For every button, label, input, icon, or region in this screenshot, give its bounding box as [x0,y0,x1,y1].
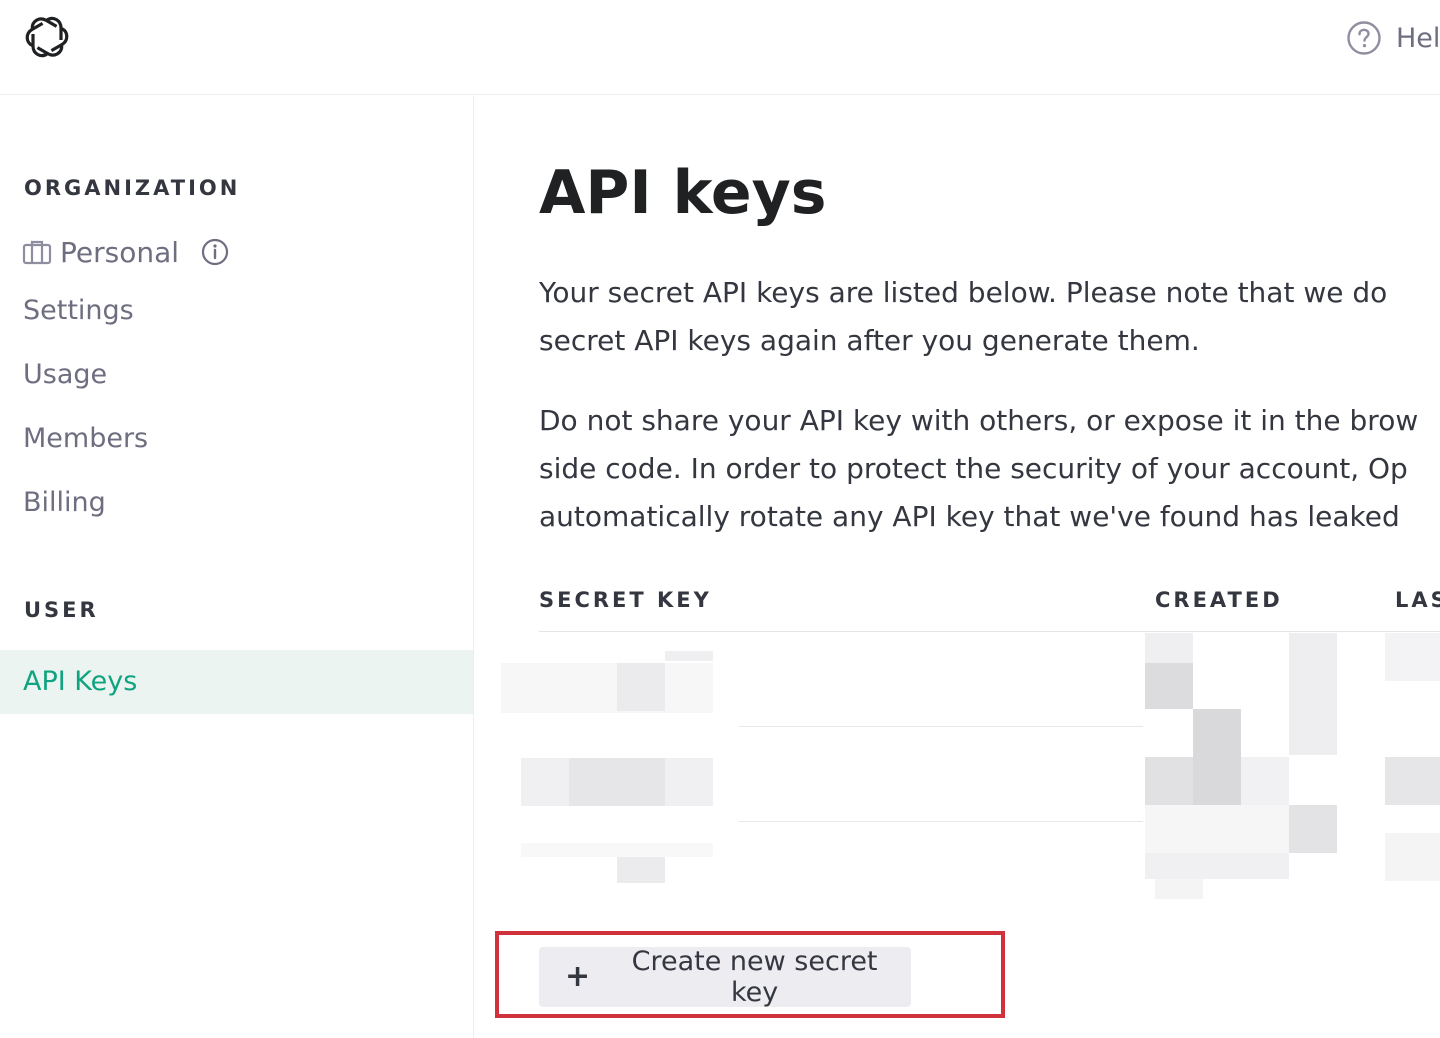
redacted-block [665,651,713,661]
redacted-block [617,663,665,711]
sidebar-item-label: API Keys [23,666,138,697]
sidebar-item-members[interactable]: Members [23,419,148,459]
column-header-created: CREATED [1155,588,1283,612]
top-bar: Help [0,0,1440,95]
intro-line: secret API keys again after you generate… [539,324,1200,357]
redacted-block [1193,709,1241,805]
page-title: API keys [539,158,827,228]
redacted-block [521,843,713,857]
organization-selector[interactable]: Personal [22,232,229,272]
intro-paragraph: Your secret API keys are listed below. P… [539,269,1440,365]
info-circle-icon[interactable] [201,238,229,266]
redacted-block [1145,663,1193,709]
redacted-block [1145,757,1193,805]
create-button-label: Create new secret key [631,946,878,1008]
redacted-block [1155,879,1203,899]
redacted-block [1145,805,1289,853]
security-line: side code. In order to protect the secur… [539,452,1408,485]
sidebar-item-usage[interactable]: Usage [23,355,107,395]
help-link[interactable]: Help [1346,18,1440,58]
sidebar-item-settings[interactable]: Settings [23,291,134,331]
redacted-block [501,663,713,713]
security-paragraph: Do not share your API key with others, o… [539,397,1440,541]
redacted-block [1289,633,1337,755]
help-label: Help [1396,22,1440,54]
plus-icon: + [565,959,591,994]
keys-table-header: SECRET KEY CREATED LAS [539,584,1440,632]
security-line: automatically rotate any API key that we… [539,500,1400,533]
row-divider [739,821,1143,822]
question-circle-icon [1347,21,1381,55]
row-divider [739,726,1143,727]
user-heading: USER [24,598,99,622]
intro-line: Your secret API keys are listed below. P… [539,276,1388,309]
redacted-block [569,758,665,806]
openai-logo-icon[interactable] [22,12,72,62]
redacted-block [1145,853,1289,879]
sidebar-item-api-keys[interactable]: API Keys [0,650,473,714]
redacted-key-rows [501,633,1440,963]
column-header-last-used: LAS [1395,588,1440,612]
redacted-block [1241,757,1289,805]
create-new-secret-key-button[interactable]: + Create new secret key [539,946,911,1008]
sidebar: ORGANIZATION Personal Settings Usage Mem… [0,96,474,1038]
organization-heading: ORGANIZATION [24,176,241,200]
redacted-block [1385,757,1440,805]
redacted-block [617,853,665,883]
security-line: Do not share your API key with others, o… [539,404,1419,437]
redacted-block [1385,633,1440,681]
main-content: API keys Your secret API keys are listed… [475,96,1440,1038]
redacted-block [1385,833,1440,881]
briefcase-icon [22,240,52,265]
organization-name: Personal [60,235,180,269]
column-header-secret-key: SECRET KEY [539,588,712,612]
redacted-block [1289,805,1337,853]
sidebar-item-billing[interactable]: Billing [23,483,106,523]
